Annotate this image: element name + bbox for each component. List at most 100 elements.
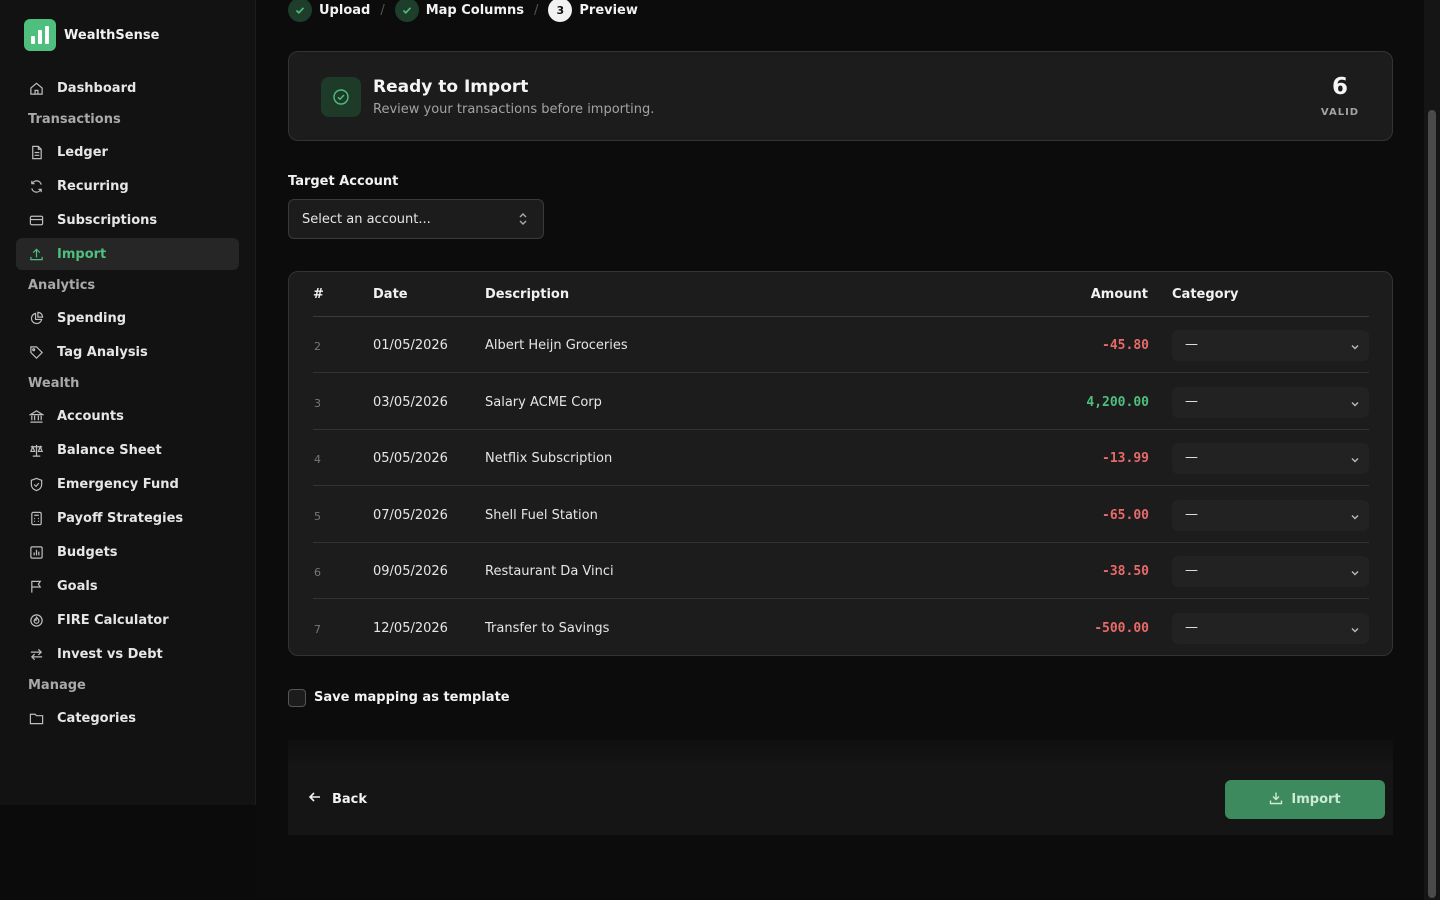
row-date: 09/05/2026 bbox=[373, 564, 448, 579]
sidebar-item-label: Balance Sheet bbox=[57, 442, 162, 458]
sidebar-item-label: Payoff Strategies bbox=[57, 510, 184, 526]
target-account-placeholder: Select an account... bbox=[302, 211, 431, 227]
category-select[interactable]: — bbox=[1172, 499, 1369, 531]
import-button[interactable]: Import bbox=[1225, 780, 1385, 819]
sidebar-item-label: Tag Analysis bbox=[57, 344, 148, 360]
category-value: — bbox=[1185, 337, 1198, 352]
sidebar-item-dashboard[interactable]: Dashboard bbox=[16, 72, 239, 104]
step-upload[interactable]: Upload bbox=[319, 3, 370, 18]
home-icon bbox=[28, 80, 44, 96]
column-header-description: Description bbox=[485, 287, 570, 302]
back-button[interactable]: Back bbox=[308, 790, 367, 808]
row-date: 03/05/2026 bbox=[373, 394, 448, 410]
sidebar-item-categories[interactable]: Categories bbox=[16, 702, 239, 734]
row-amount: -13.99 bbox=[1102, 451, 1149, 466]
row-number: 7 bbox=[314, 622, 321, 636]
sidebar-item-budgets[interactable]: Budgets bbox=[16, 536, 239, 568]
valid-label: VALID bbox=[1320, 107, 1360, 118]
category-value: — bbox=[1185, 393, 1198, 409]
credit-card-icon bbox=[28, 212, 44, 228]
row-date: 01/05/2026 bbox=[373, 338, 448, 353]
column-header-number: # bbox=[313, 287, 324, 302]
row-date: 05/05/2026 bbox=[373, 451, 448, 466]
section-label-transactions: Transactions bbox=[28, 112, 121, 127]
sidebar-item-label: Invest vs Debt bbox=[57, 646, 163, 662]
scrollbar-thumb[interactable] bbox=[1428, 110, 1436, 898]
column-header-category: Category bbox=[1172, 287, 1239, 302]
table-row: 5 07/05/2026 Shell Fuel Station -65.00 — bbox=[313, 487, 1369, 543]
brand[interactable]: WealthSense bbox=[24, 19, 159, 51]
sidebar-item-fire-calculator[interactable]: FIRE Calculator bbox=[16, 604, 239, 636]
valid-count: 6 bbox=[1331, 74, 1348, 100]
row-amount: 4,200.00 bbox=[1086, 394, 1149, 410]
chevron-down-icon bbox=[1349, 621, 1361, 640]
sidebar-item-goals[interactable]: Goals bbox=[16, 570, 239, 602]
import-label: Import bbox=[1291, 792, 1341, 807]
target-account-label: Target Account bbox=[288, 174, 399, 189]
sidebar-item-spending[interactable]: Spending bbox=[16, 302, 239, 334]
category-select[interactable]: — bbox=[1172, 556, 1369, 587]
scale-icon bbox=[28, 442, 44, 458]
sidebar-item-label: Categories bbox=[57, 710, 137, 726]
upload-icon bbox=[28, 246, 44, 262]
step-number: 3 bbox=[548, 0, 573, 22]
flag-icon bbox=[28, 578, 44, 594]
row-number: 3 bbox=[314, 396, 321, 410]
transactions-table: # Date Description Amount Category 2 01/0… bbox=[288, 271, 1393, 656]
bar-chart-icon bbox=[28, 544, 44, 560]
ready-subtitle: Review your transactions before importin… bbox=[373, 102, 655, 117]
sidebar-item-payoff-strategies[interactable]: Payoff Strategies bbox=[16, 502, 239, 534]
row-description: Albert Heijn Groceries bbox=[485, 338, 628, 353]
sidebar-footer bbox=[0, 805, 256, 900]
row-number: 2 bbox=[314, 340, 321, 353]
row-date: 12/05/2026 bbox=[373, 620, 448, 636]
chevron-down-icon bbox=[1349, 395, 1361, 414]
column-header-date: Date bbox=[373, 287, 408, 302]
ready-title: Ready to Import bbox=[373, 77, 529, 97]
table-row: 4 05/05/2026 Netflix Subscription -13.99 — bbox=[313, 430, 1369, 486]
bank-icon bbox=[28, 408, 44, 424]
sidebar-item-subscriptions[interactable]: Subscriptions bbox=[16, 204, 239, 236]
sidebar-item-accounts[interactable]: Accounts bbox=[16, 400, 239, 432]
category-select[interactable]: — bbox=[1172, 443, 1369, 474]
stepper: Upload / Map Columns / 3 Preview bbox=[288, 0, 638, 22]
row-description: Restaurant Da Vinci bbox=[485, 564, 614, 579]
save-template-label[interactable]: Save mapping as template bbox=[314, 690, 510, 705]
chevron-down-icon bbox=[1349, 564, 1361, 583]
sidebar-item-import[interactable]: Import bbox=[16, 238, 239, 270]
row-description: Shell Fuel Station bbox=[485, 507, 598, 523]
category-select[interactable]: — bbox=[1172, 330, 1369, 361]
sidebar-item-label: Spending bbox=[57, 310, 127, 326]
shield-icon bbox=[28, 476, 44, 492]
sidebar-item-label: Recurring bbox=[57, 178, 129, 194]
sidebar-item-ledger[interactable]: Ledger bbox=[16, 136, 239, 168]
flame-icon bbox=[28, 612, 44, 628]
chevron-down-icon bbox=[1349, 508, 1361, 527]
row-date: 07/05/2026 bbox=[373, 507, 448, 523]
check-icon bbox=[394, 0, 419, 22]
brand-logo-icon bbox=[24, 19, 56, 51]
sidebar-item-recurring[interactable]: Recurring bbox=[16, 170, 239, 202]
calculator-icon bbox=[28, 510, 44, 526]
target-account-select[interactable]: Select an account... bbox=[288, 199, 544, 239]
tag-icon bbox=[28, 344, 44, 360]
category-select[interactable]: — bbox=[1172, 386, 1369, 418]
sidebar-item-label: FIRE Calculator bbox=[57, 612, 169, 628]
step-preview: Preview bbox=[579, 2, 638, 18]
sidebar-item-balance-sheet[interactable]: Balance Sheet bbox=[16, 434, 239, 466]
sidebar-item-emergency-fund[interactable]: Emergency Fund bbox=[16, 468, 239, 500]
sidebar-item-label: Dashboard bbox=[57, 80, 137, 96]
category-value: — bbox=[1185, 563, 1198, 578]
save-template-checkbox[interactable] bbox=[288, 689, 306, 707]
table-row: 2 01/05/2026 Albert Heijn Groceries -45.80 — bbox=[313, 317, 1369, 373]
category-value: — bbox=[1185, 450, 1198, 465]
step-map-columns[interactable]: Map Columns bbox=[426, 3, 524, 18]
sidebar-item-invest-vs-debt[interactable]: Invest vs Debt bbox=[16, 638, 239, 670]
sidebar-item-tag-analysis[interactable]: Tag Analysis bbox=[16, 336, 239, 368]
category-value: — bbox=[1185, 619, 1198, 635]
app-window: WealthSense Dashboard Transactions Ledge… bbox=[0, 0, 1440, 900]
row-amount: -65.00 bbox=[1102, 507, 1149, 523]
arrow-left-icon bbox=[308, 790, 322, 808]
section-label-analytics: Analytics bbox=[28, 278, 96, 293]
category-select[interactable]: — bbox=[1172, 612, 1369, 644]
